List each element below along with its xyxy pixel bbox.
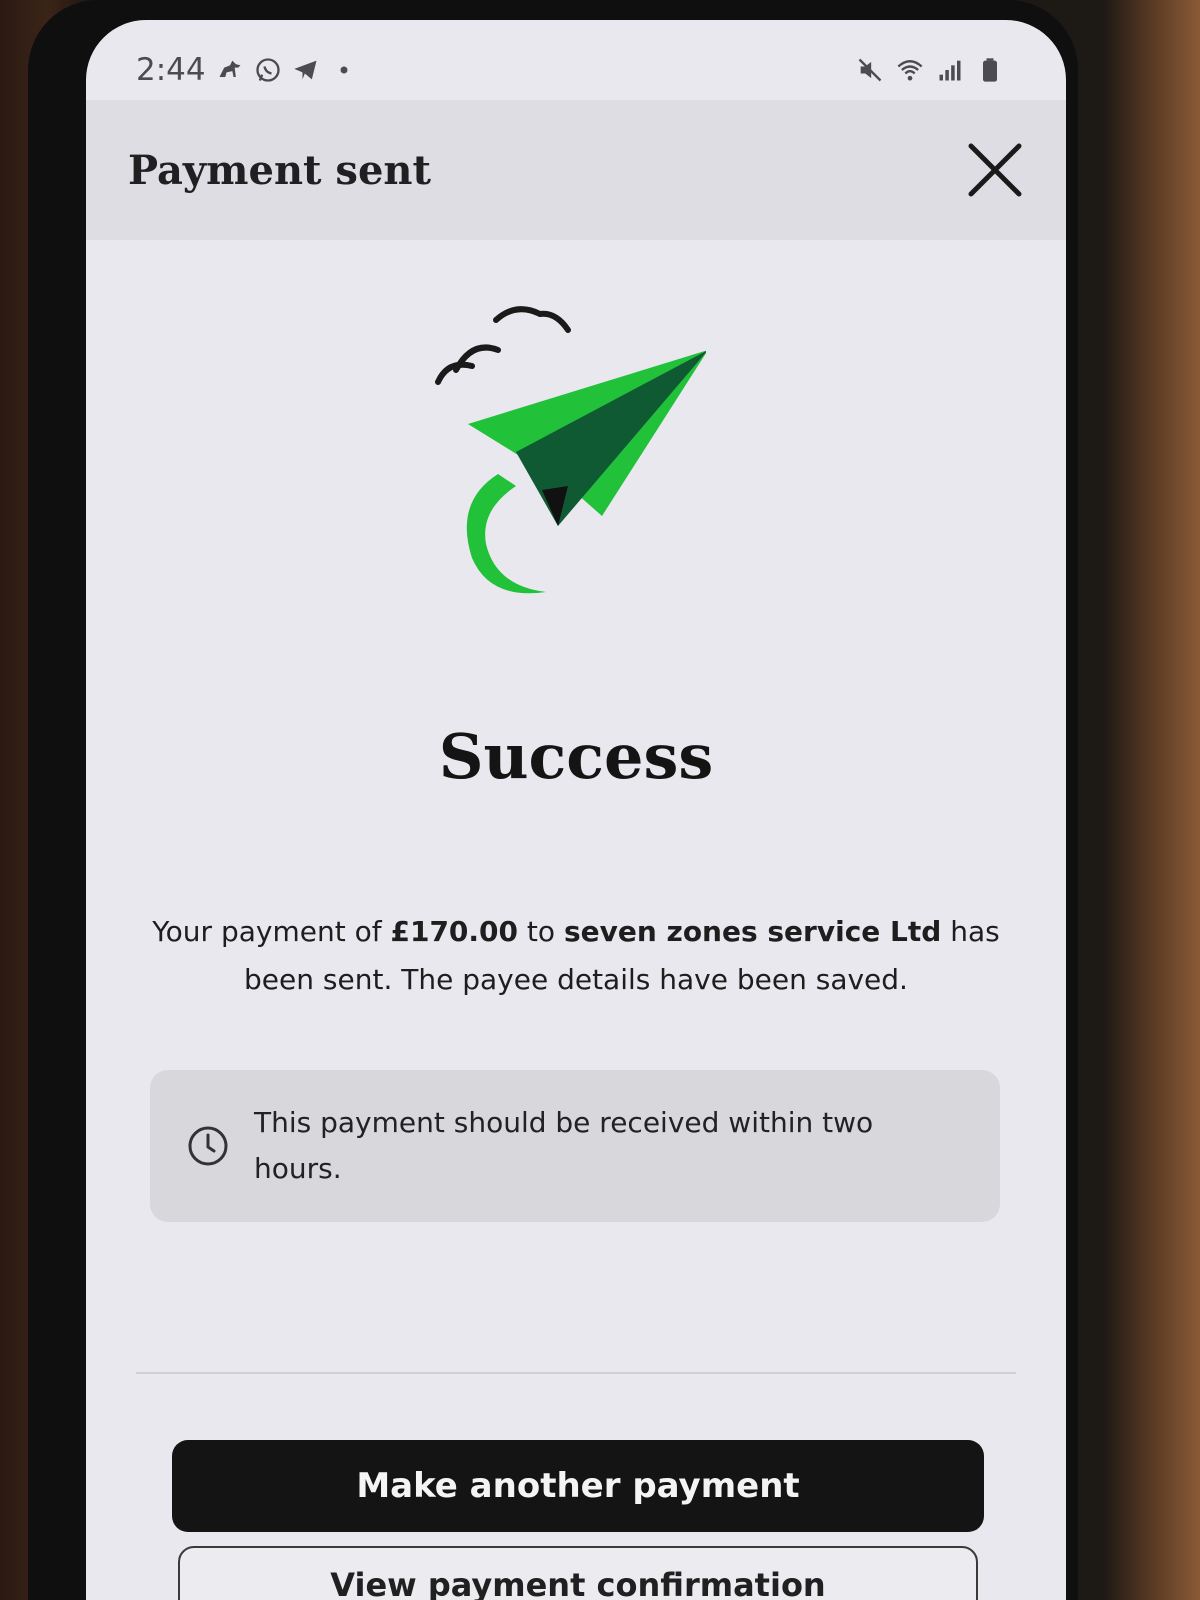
- make-another-payment-button[interactable]: Make another payment: [172, 1440, 984, 1532]
- battery-icon: [983, 58, 997, 82]
- signal-icon: [939, 60, 961, 81]
- status-right: [856, 56, 1004, 84]
- app-header: Payment sent: [86, 100, 1066, 240]
- payment-amount: £170.00: [390, 915, 519, 948]
- mute-icon: [858, 58, 882, 82]
- divider: [136, 1372, 1016, 1374]
- clock-icon: [188, 1126, 228, 1166]
- page-title: Payment sent: [128, 146, 431, 194]
- close-button[interactable]: [960, 135, 1030, 205]
- telegram-icon: [293, 60, 317, 80]
- whatsapp-icon: [255, 58, 280, 82]
- message-prefix: Your payment of: [152, 915, 391, 948]
- wifi-icon: [897, 60, 923, 81]
- dot-icon: [340, 66, 348, 74]
- view-confirmation-button[interactable]: View payment confirmation: [178, 1546, 978, 1600]
- success-heading: Success: [438, 720, 714, 793]
- message-mid: to: [518, 915, 564, 948]
- info-text: This payment should be received within t…: [254, 1106, 874, 1185]
- info-notice: This payment should be received within t…: [150, 1070, 1000, 1222]
- app-screen: 2:44 Payment sent Success Your payment o…: [86, 20, 1066, 1600]
- payment-message: Your payment of £170.00 to seven zones s…: [146, 908, 1006, 1004]
- status-bar: 2:44: [86, 20, 1066, 110]
- status-left: 2:44: [136, 52, 358, 88]
- horse-icon: [219, 60, 241, 77]
- phone-frame: 2:44 Payment sent Success Your payment o…: [28, 0, 1078, 1600]
- payee-name: seven zones service Ltd: [563, 915, 942, 948]
- close-icon: [968, 143, 1022, 197]
- paper-plane-icon: [435, 306, 706, 594]
- status-time: 2:44: [136, 52, 206, 88]
